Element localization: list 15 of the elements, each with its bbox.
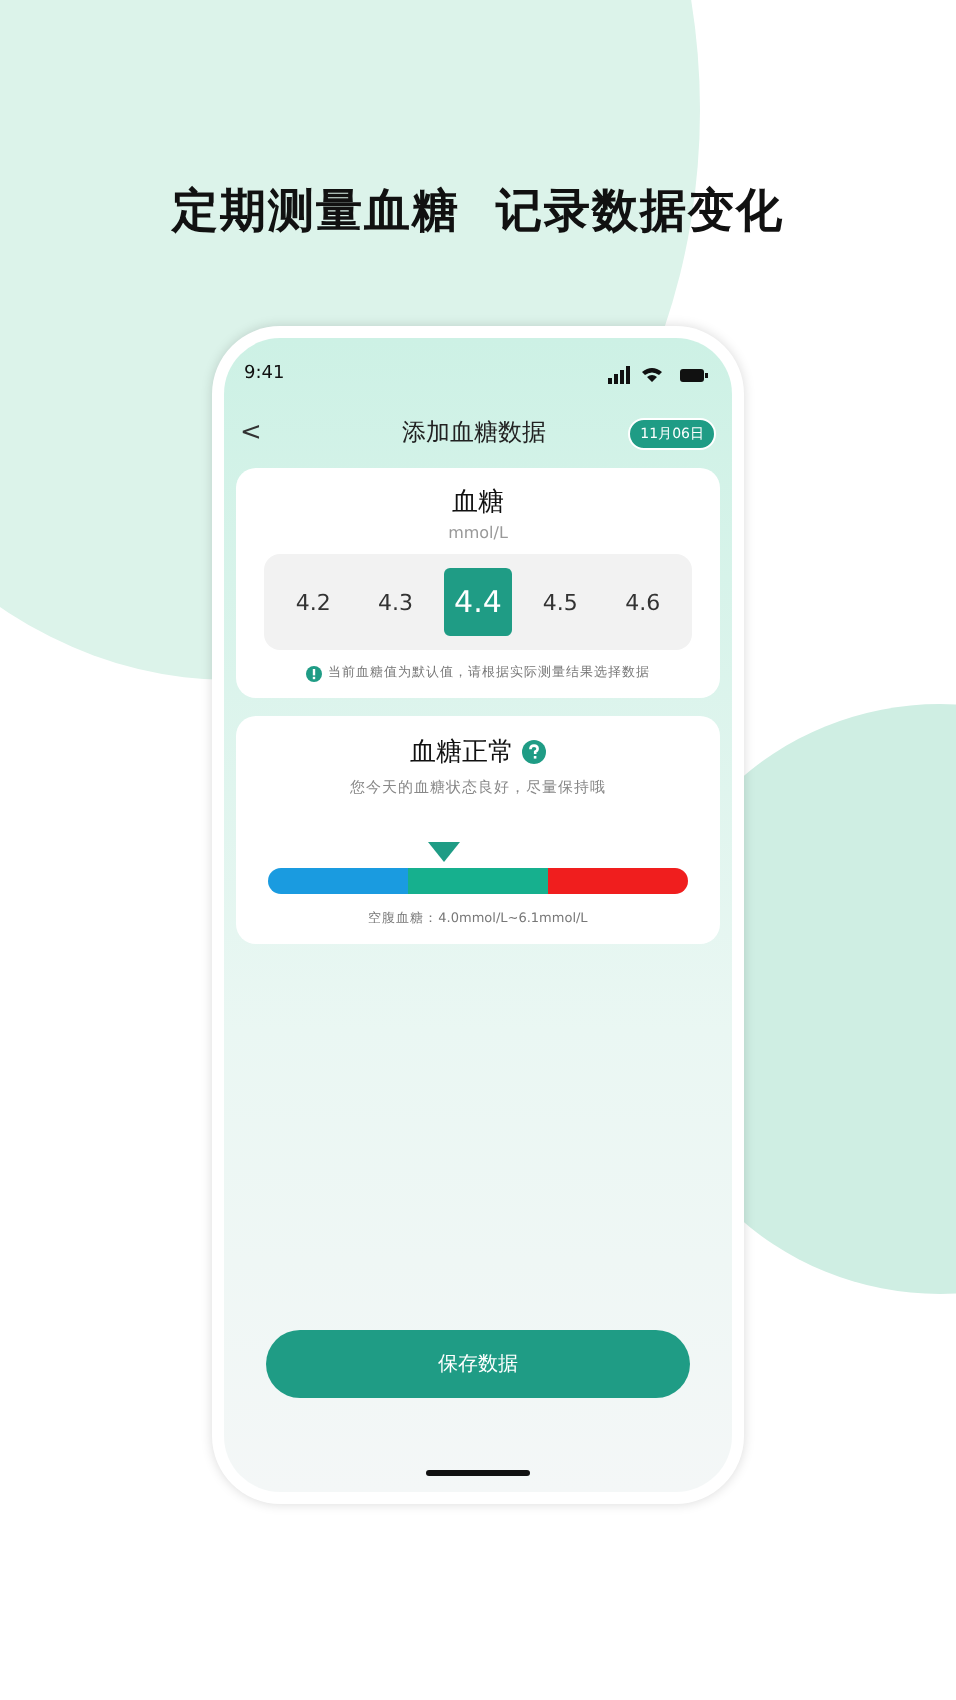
unit-label: mmol/L bbox=[448, 524, 508, 542]
value-option[interactable]: 4.5 bbox=[526, 568, 595, 636]
value-option[interactable]: 4.3 bbox=[361, 568, 430, 636]
info-icon bbox=[306, 665, 322, 681]
back-button[interactable]: < bbox=[240, 418, 320, 448]
status-time: 9:41 bbox=[244, 364, 285, 384]
value-option[interactable]: 4.6 bbox=[608, 568, 677, 636]
help-icon[interactable] bbox=[522, 740, 546, 764]
page-title: 添加血糖数据 bbox=[402, 416, 547, 450]
card-title: 血糖 bbox=[452, 486, 504, 520]
status-title: 血糖正常 bbox=[410, 736, 514, 770]
status-icons bbox=[608, 365, 708, 383]
value-option[interactable]: 4.2 bbox=[279, 568, 348, 636]
home-indicator bbox=[426, 1470, 530, 1476]
headline: 定期测量血糖 记录数据变化 bbox=[171, 184, 784, 242]
